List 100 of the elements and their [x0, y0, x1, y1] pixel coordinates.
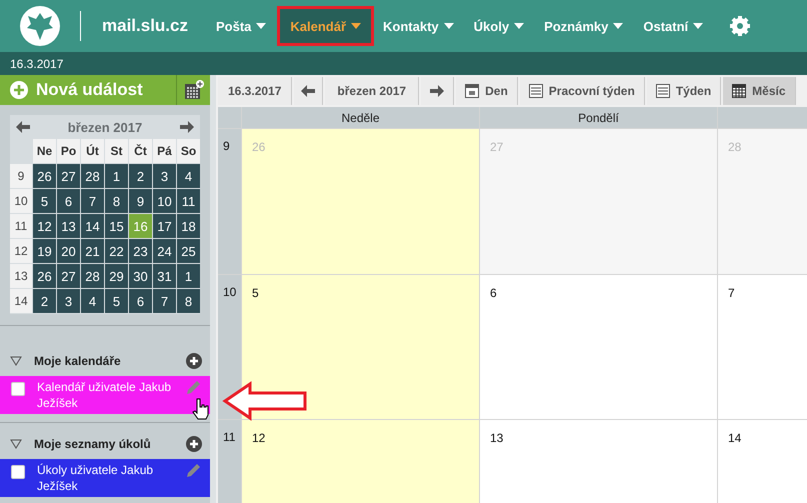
day-cell[interactable]: 15 — [105, 214, 128, 238]
day-number: 26 — [252, 140, 266, 154]
day-number: 12 — [252, 431, 266, 445]
day-cell[interactable]: 4 — [81, 289, 104, 313]
day-cell[interactable]: 25 — [177, 239, 200, 263]
week-number: 11 — [10, 214, 32, 238]
caret-icon — [444, 23, 454, 29]
day-cell[interactable]: 5 — [242, 275, 479, 419]
section-title: Moje seznamy úkolů — [34, 437, 152, 451]
left-arrow-icon — [16, 121, 30, 133]
day-cell[interactable]: 23 — [129, 239, 152, 263]
checkbox[interactable] — [11, 465, 25, 479]
day-cell[interactable]: 27 — [57, 264, 80, 288]
day-cell[interactable]: 29 — [105, 264, 128, 288]
view-button[interactable]: Pracovní týden — [520, 77, 645, 105]
day-number: 7 — [728, 286, 735, 300]
month-title: březen 2017 — [68, 120, 142, 134]
collapse-icon[interactable] — [10, 439, 22, 449]
day-cell[interactable]: 19 — [33, 239, 56, 263]
checkbox[interactable] — [11, 382, 25, 396]
day-cell[interactable]: 6 — [129, 289, 152, 313]
day-cell[interactable]: 14 — [718, 420, 807, 503]
menu-tab[interactable]: Ostatní — [634, 10, 712, 42]
day-cell[interactable]: 18 — [177, 214, 200, 238]
caret-icon — [256, 23, 266, 29]
menu-tab[interactable]: Úkoly — [464, 10, 534, 42]
week-number: 14 — [10, 289, 32, 313]
month-button[interactable]: březen 2017 — [325, 77, 420, 105]
caret-icon — [351, 23, 362, 29]
add-icon[interactable] — [186, 353, 202, 369]
day-cell[interactable]: 14 — [81, 214, 104, 238]
day-number: 27 — [490, 140, 504, 154]
day-cell[interactable]: 1 — [105, 164, 128, 188]
day-cell[interactable]: 11 — [177, 189, 200, 213]
previous-button[interactable] — [294, 77, 324, 105]
week-number: 11 — [218, 420, 241, 503]
day-cell[interactable]: 26 — [33, 164, 56, 188]
calendar-name: Úkoly uživatele Jakub Ježíšek — [37, 462, 154, 494]
menu-tab[interactable]: Pošta — [206, 10, 276, 42]
calendar-item[interactable]: Úkoly uživatele Jakub Ježíšek — [0, 459, 210, 497]
day-cell[interactable]: 2 — [33, 289, 56, 313]
right-arrow-icon — [430, 85, 444, 97]
settings-icon[interactable] — [730, 16, 750, 36]
day-cell[interactable]: 6 — [480, 275, 717, 419]
list-icon — [528, 84, 543, 98]
today-button[interactable]: 16.3.2017 — [218, 77, 292, 105]
day-number: 5 — [252, 286, 259, 300]
day-cell[interactable]: 7 — [153, 289, 176, 313]
day-cell[interactable]: 26 — [33, 264, 56, 288]
day-cell[interactable]: 5 — [33, 189, 56, 213]
caret-icon — [613, 23, 624, 29]
menu-tab[interactable]: Kontakty — [374, 10, 463, 42]
site-name: mail.slu.cz — [102, 16, 188, 36]
day-cell[interactable]: 28 — [81, 164, 104, 188]
left-arrow-icon — [301, 85, 316, 97]
day-cell[interactable]: 13 — [57, 214, 80, 238]
day-cell[interactable]: 27 — [57, 164, 80, 188]
menu-tab[interactable]: Poznámky — [535, 10, 632, 42]
day-number: 28 — [728, 140, 742, 154]
week-number: 10 — [10, 189, 32, 213]
day-cell[interactable]: 6 — [57, 189, 80, 213]
day-cell[interactable]: 8 — [177, 289, 200, 313]
day-cell[interactable]: 17 — [153, 214, 176, 238]
pointer-arrow-icon — [222, 381, 308, 421]
day-cell[interactable]: 21 — [81, 239, 104, 263]
day-cell[interactable]: 13 — [480, 420, 717, 503]
next-button[interactable] — [421, 77, 454, 105]
add-icon[interactable] — [186, 436, 202, 452]
day-cell[interactable]: 31 — [153, 264, 176, 288]
day-cell[interactable]: 7 — [81, 189, 104, 213]
day-cell[interactable]: 5 — [105, 289, 128, 313]
add-icon — [10, 81, 28, 99]
day-cell[interactable]: 3 — [153, 164, 176, 188]
calendar-day-icon — [465, 84, 480, 98]
week-number: 9 — [10, 164, 32, 188]
day-cell[interactable]: 4 — [177, 164, 200, 188]
day-cell[interactable]: 28 — [81, 264, 104, 288]
day-cell[interactable]: 8 — [105, 189, 128, 213]
day-number: 6 — [490, 286, 497, 300]
day-cell[interactable]: 2 — [129, 164, 152, 188]
view-button[interactable]: Měsíc — [723, 77, 796, 105]
collapse-icon[interactable] — [10, 356, 22, 366]
day-cell[interactable]: 9 — [129, 189, 152, 213]
view-button[interactable]: Den — [456, 77, 518, 105]
view-button[interactable]: Týden — [646, 77, 722, 105]
calendar-add-icon — [184, 80, 204, 100]
day-cell[interactable]: 24 — [153, 239, 176, 263]
day-cell[interactable]: 7 — [718, 275, 807, 419]
day-cell[interactable]: 12 — [33, 214, 56, 238]
day-cell[interactable]: 20 — [57, 239, 80, 263]
day-header: Pondělí — [480, 107, 717, 128]
hand-cursor-icon — [192, 398, 210, 420]
weekday-label: Út — [81, 139, 104, 163]
day-number: 14 — [728, 431, 742, 445]
day-cell[interactable]: 30 — [129, 264, 152, 288]
day-cell[interactable]: 22 — [105, 239, 128, 263]
day-cell[interactable]: 1 — [177, 264, 200, 288]
day-cell[interactable]: 3 — [57, 289, 80, 313]
day-cell[interactable]: 12 — [242, 420, 479, 503]
day-cell[interactable]: 10 — [153, 189, 176, 213]
